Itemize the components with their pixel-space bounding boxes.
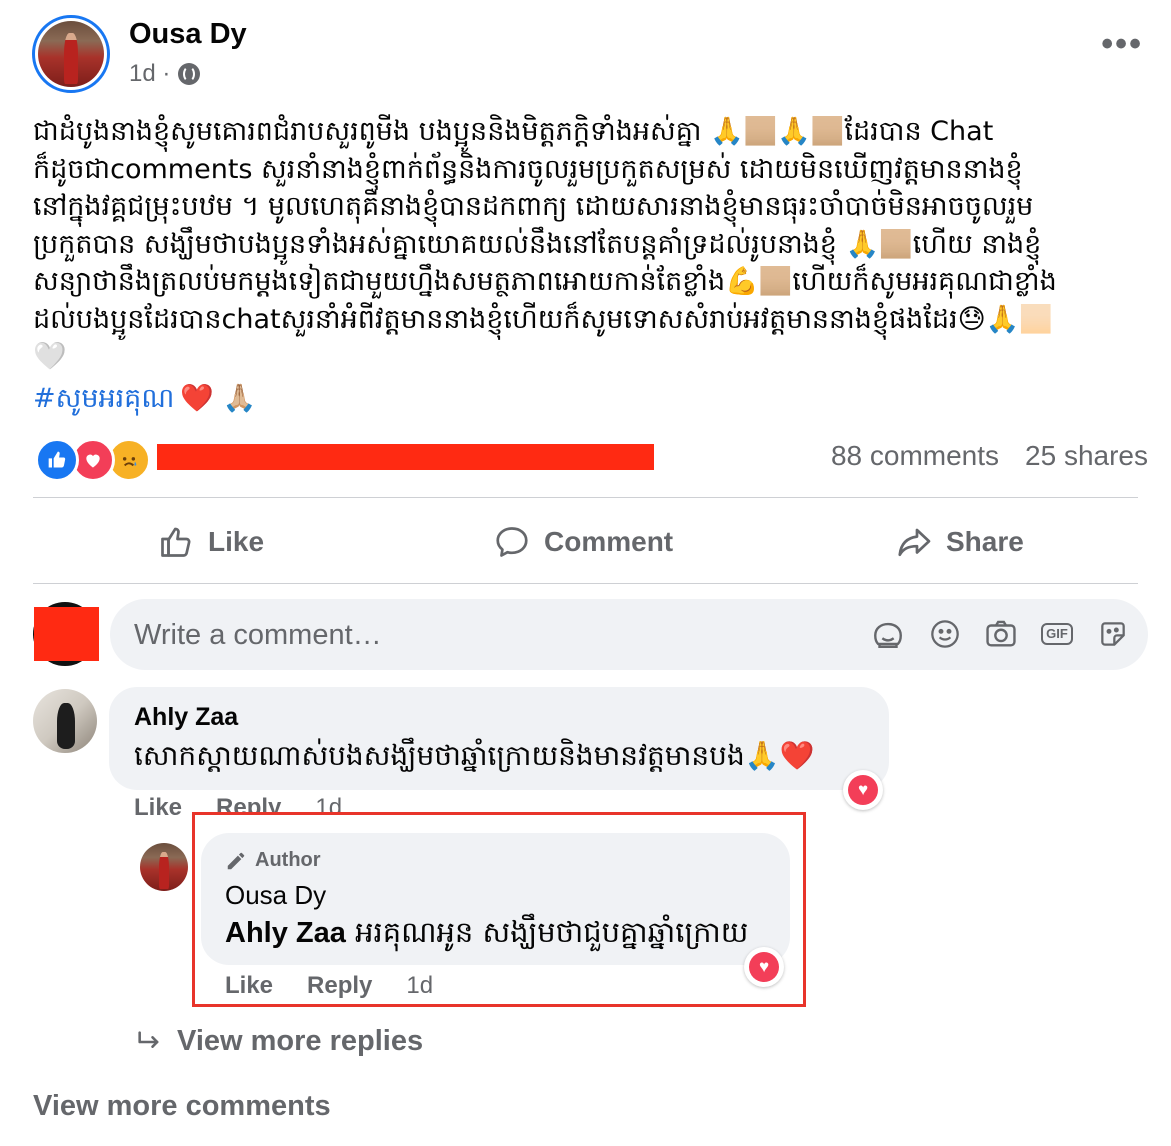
comment-text: សោកស្តាយណាស់បងសង្ឃឹមថាឆ្នាំក្រោយនិងមានវត… (134, 739, 815, 772)
like-reaction-icon (35, 438, 79, 482)
reply-reply-link[interactable]: Reply (307, 972, 372, 1000)
view-more-replies-label: View more replies (177, 1025, 424, 1057)
reply-actions: Like Reply 1d (225, 972, 433, 1000)
reaction-summary[interactable] (35, 438, 151, 482)
post-line: នៅក្នុងវគ្គជម្រុះបឋម ។ មូលហេតុគឺនាងខ្ញុំ… (33, 191, 1034, 222)
post-line: ក៏ដូចជាcomments សួរនាំនាងខ្ញុំពាក់ព័ន្ធន… (33, 153, 1023, 185)
comment-input[interactable]: Write a comment… (134, 619, 382, 652)
emoji-button[interactable] (927, 616, 963, 652)
like-button[interactable]: Like (158, 519, 264, 565)
view-more-replies[interactable]: View more replies (135, 1025, 423, 1058)
post-timestamp[interactable]: 1d · (129, 60, 201, 88)
divider (33, 583, 1138, 584)
shares-count[interactable]: 25 shares (1025, 440, 1148, 472)
share-label: Share (946, 526, 1024, 557)
hashtag-emoji: ❤️ 🙏🏼 (180, 383, 257, 414)
more-icon: ••• (1101, 25, 1143, 63)
reply-author-name[interactable]: Ousa Dy (225, 880, 326, 911)
sticker2-icon (1101, 622, 1125, 646)
camera-button[interactable] (983, 616, 1019, 652)
comment-reaction[interactable]: ♥ (843, 770, 883, 810)
like-icon (161, 527, 191, 557)
reply-time[interactable]: 1d (406, 972, 433, 1000)
post-line: ជាដំបូងនាងខ្ញុំសូមគោរពជំរាបសួរពូមីង បងប្… (33, 116, 994, 147)
pencil-icon (227, 852, 245, 869)
post-line: ដល់បងប្អូនដែរបានchatសួរនាំអំពីវត្តមាននាង… (33, 303, 1053, 335)
author-name[interactable]: Ousa Dy (129, 18, 247, 51)
share-button[interactable]: Share (896, 519, 1024, 565)
comment-button[interactable]: Comment (494, 519, 673, 565)
redacted-avatar (34, 607, 99, 661)
camera-icon (986, 620, 1016, 647)
reply-body: អរគុណអូន សង្ឃឹមថាជួបគ្នាឆ្នាំក្រោយ (345, 915, 749, 949)
post-stats: 88 comments 25 shares (831, 440, 1148, 472)
post-line: 🤍 (33, 341, 67, 372)
reply-arrow-icon (138, 1030, 159, 1048)
hashtag-link[interactable]: #សូមអរគុណ (33, 380, 174, 417)
author-avatar[interactable] (32, 15, 110, 93)
avatar-sticker-button[interactable] (870, 616, 906, 652)
heart-icon: ♥ (848, 775, 878, 805)
post-body: ជាដំបូងនាងខ្ញុំសូមគោរពជំរាបសួរពូមីង បងប្… (33, 113, 1138, 376)
emoji-icon (931, 620, 959, 648)
post-line: សន្យាថានឹងត្រលប់មកម្តងទៀតជាមួយហ្នឹងសមត្ថ… (33, 266, 1057, 297)
reply-text: Ahly Zaa អរគុណអូន សង្ឃឹមថាជួបគ្នាឆ្នាំក្… (225, 915, 748, 957)
globe-icon (178, 63, 201, 85)
reply-author-avatar[interactable] (140, 843, 188, 891)
sticker-icon (874, 622, 902, 648)
author-badge-label: Author (255, 849, 321, 871)
share-icon (898, 528, 931, 557)
gif-icon: GIF (1041, 623, 1073, 645)
post-time-text: 1d · (129, 60, 171, 87)
reply-like-link[interactable]: Like (225, 972, 273, 1000)
hashtag-row: #សូមអរគុណ ❤️ 🙏🏼 (33, 380, 256, 417)
comment-icon (496, 527, 528, 557)
comment-like-link[interactable]: Like (134, 794, 182, 822)
post-line: ប្រកួតបាន សង្ឃឹមថាបងប្អូនទាំងអស់គ្នាយោគយ… (33, 228, 1042, 260)
heart-icon: ♥ (749, 952, 779, 982)
commenter-name[interactable]: Ahly Zaa (134, 703, 238, 732)
redacted-reactors (157, 444, 654, 470)
sticker-button[interactable] (1095, 616, 1131, 652)
like-label: Like (208, 526, 265, 557)
reply-mention[interactable]: Ahly Zaa (225, 917, 346, 949)
divider (33, 497, 1138, 498)
more-options-button[interactable]: ••• (1101, 27, 1143, 61)
author-badge: Author (225, 849, 321, 872)
comments-count[interactable]: 88 comments (831, 440, 999, 472)
view-more-comments[interactable]: View more comments (33, 1090, 331, 1123)
gif-button[interactable]: GIF (1039, 616, 1075, 652)
commenter-avatar[interactable] (33, 689, 97, 753)
comment-label: Comment (544, 526, 674, 557)
reply-reaction[interactable]: ♥ (744, 947, 784, 987)
